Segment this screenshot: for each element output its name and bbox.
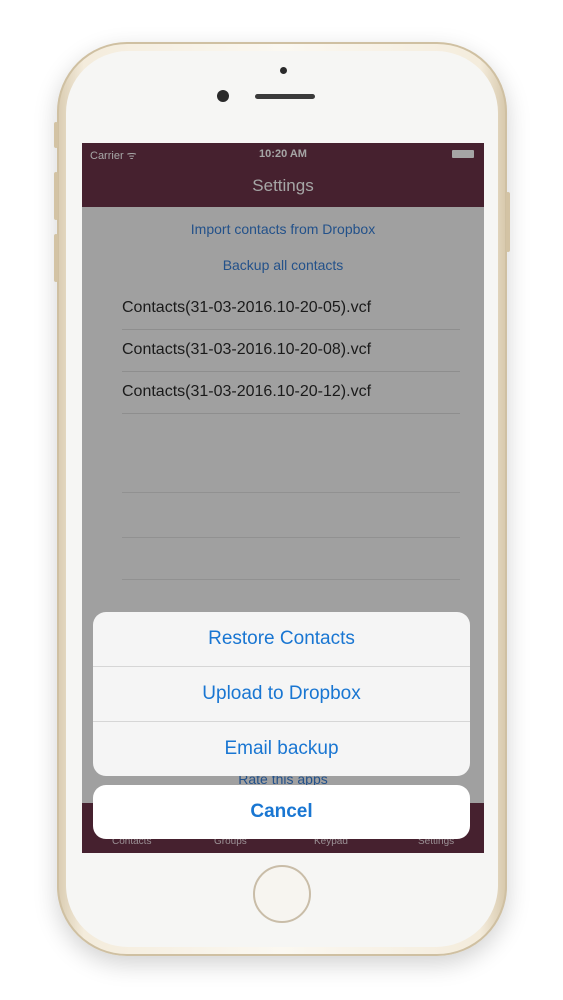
volume-down-button — [54, 234, 58, 282]
restore-contacts-button[interactable]: Restore Contacts — [93, 612, 470, 667]
earpiece-speaker — [255, 94, 315, 99]
home-button[interactable] — [253, 865, 311, 923]
action-sheet: Restore Contacts Upload to Dropbox Email… — [93, 612, 470, 776]
front-camera-icon — [217, 90, 229, 102]
app-screen: Carrier ᯤ 10:20 AM Settings Import conta… — [82, 143, 484, 853]
email-backup-button[interactable]: Email backup — [93, 722, 470, 776]
power-button — [506, 192, 510, 252]
proximity-sensor — [280, 67, 287, 74]
volume-up-button — [54, 172, 58, 220]
upload-to-dropbox-button[interactable]: Upload to Dropbox — [93, 667, 470, 722]
cancel-button[interactable]: Cancel — [93, 785, 470, 839]
mute-switch — [54, 122, 58, 148]
